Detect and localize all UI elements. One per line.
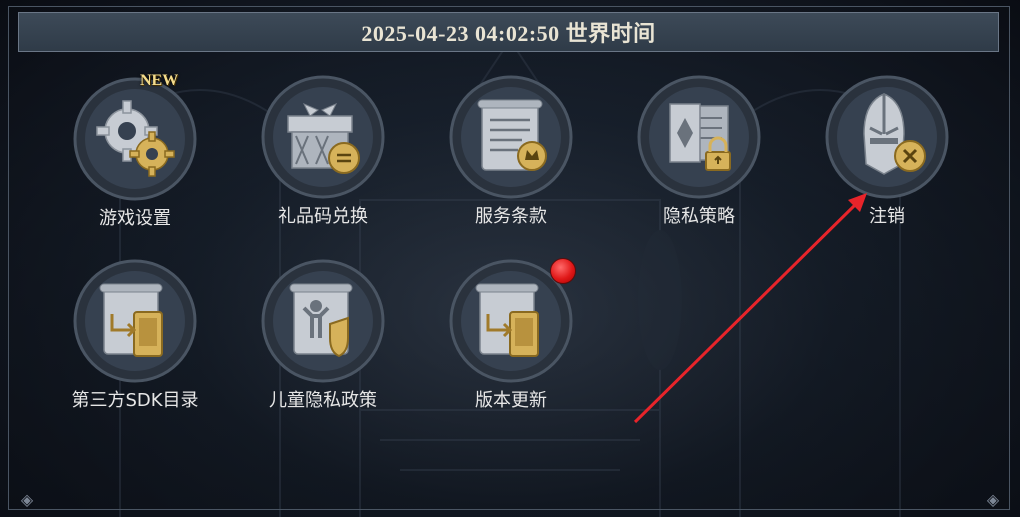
notification-dot (550, 258, 576, 284)
privacy-lock-icon (637, 75, 761, 199)
corner-ornament-icon: ◈ (986, 490, 1000, 509)
menu-item-label: 注销 (869, 206, 905, 227)
menu-item-game-settings[interactable]: NEW 游戏设置 (50, 72, 220, 236)
game-menu-screen: ◈ ◈ 2025-04-23 04:02:50 世界时间 NEW 游戏设置 礼品… (0, 0, 1020, 517)
world-time-text: 2025-04-23 04:02:50 世界时间 (361, 21, 656, 46)
menu-item-label: 礼品码兑换 (278, 206, 368, 227)
menu-item-version-update[interactable]: 版本更新 (426, 258, 596, 418)
menu-item-logout[interactable]: 注销 (802, 74, 972, 234)
menu-item-terms-of-service[interactable]: 服务条款 (426, 74, 596, 234)
world-time-bar: 2025-04-23 04:02:50 世界时间 (18, 12, 999, 52)
gear-icon (73, 77, 197, 201)
menu-item-label: 隐私策略 (663, 206, 735, 227)
menu-item-third-party-sdk[interactable]: 第三方SDK目录 (50, 258, 220, 418)
menu-item-label: 儿童隐私政策 (269, 390, 377, 411)
helmet-cancel-icon (825, 75, 949, 199)
scroll-icon (449, 75, 573, 199)
menu-item-label: 第三方SDK目录 (71, 390, 199, 411)
menu-item-gift-code[interactable]: 礼品码兑换 (238, 74, 408, 234)
menu-item-privacy-policy[interactable]: 隐私策略 (614, 74, 784, 234)
menu-item-child-privacy-policy[interactable]: 儿童隐私政策 (238, 258, 408, 418)
menu-item-label: 版本更新 (475, 390, 547, 411)
menu-item-label: 服务条款 (475, 206, 547, 227)
new-badge: NEW (140, 72, 179, 89)
sdk-list-icon (73, 259, 197, 383)
child-shield-icon (261, 259, 385, 383)
gift-icon (261, 75, 385, 199)
menu-item-label: 游戏设置 (99, 208, 171, 229)
corner-ornament-icon: ◈ (20, 490, 34, 509)
